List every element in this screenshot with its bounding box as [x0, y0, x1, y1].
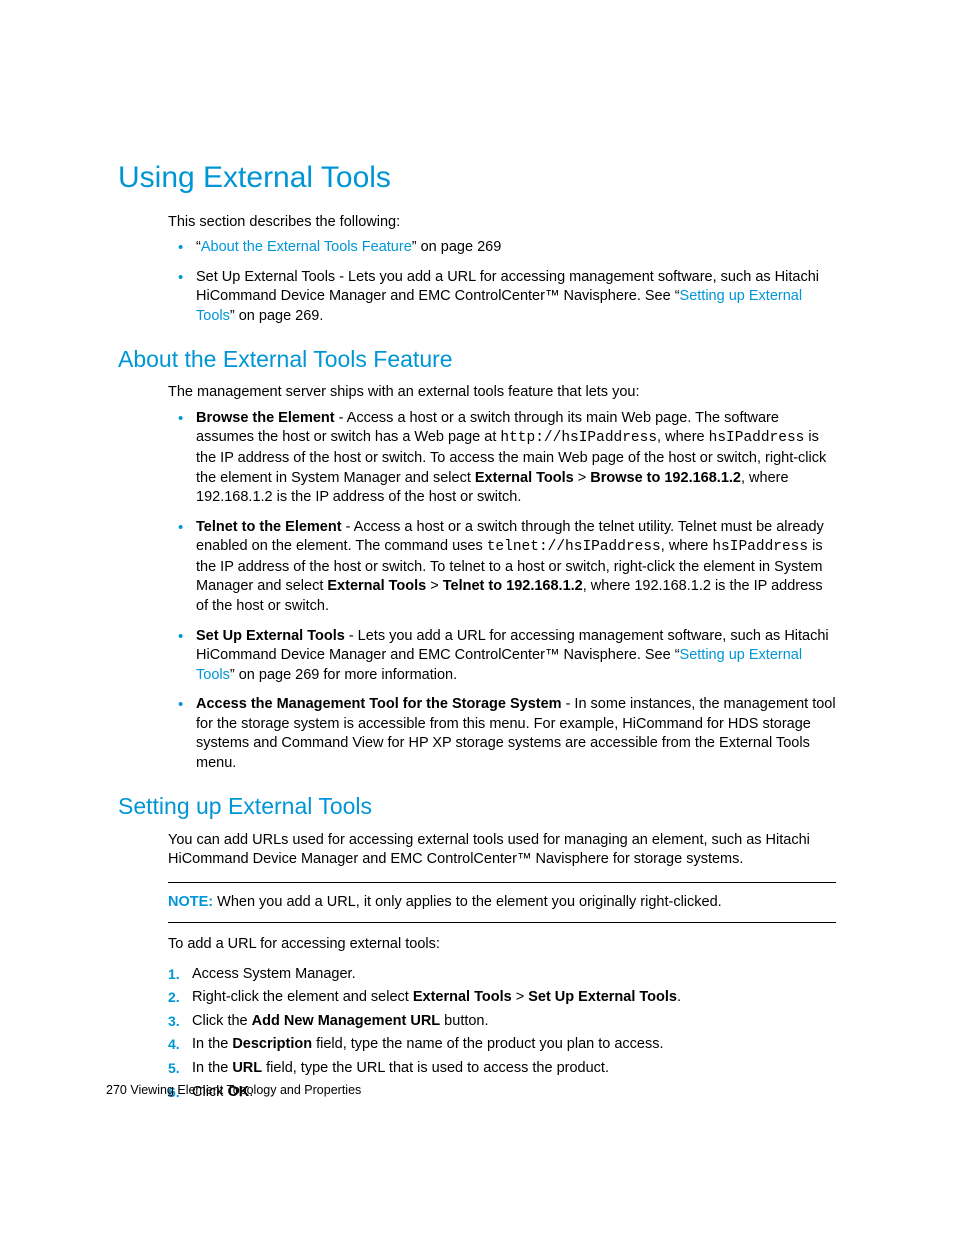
ui-element: Add New Management URL [252, 1013, 441, 1029]
menu-path: Browse to 192.168.1.2 [590, 470, 741, 486]
heading-using-external-tools: Using External Tools [118, 158, 836, 199]
feature-name: Access the Management Tool for the Stora… [196, 696, 562, 712]
ui-element: Description [232, 1036, 312, 1052]
text: button. [440, 1013, 488, 1029]
toc-list: “About the External Tools Feature” on pa… [168, 238, 836, 326]
text: > [426, 578, 443, 594]
list-item: “About the External Tools Feature” on pa… [196, 238, 836, 258]
list-item: Telnet to the Element - Access a host or… [196, 518, 836, 617]
text: In the [192, 1036, 232, 1052]
code: telnet://hsIPaddress [487, 539, 661, 555]
feature-name: Browse the Element [196, 410, 335, 426]
text: > [574, 470, 591, 486]
text: ” on page 269 [412, 239, 502, 255]
step-item: Right-click the element and select Exter… [168, 988, 836, 1008]
list-item: Browse the Element - Access a host or a … [196, 409, 836, 508]
menu-path: External Tools [327, 578, 426, 594]
note-box: NOTE: When you add a URL, it only applie… [168, 882, 836, 924]
list-item: Access the Management Tool for the Stora… [196, 695, 836, 773]
text: . [677, 989, 681, 1005]
menu-path: External Tools [475, 470, 574, 486]
page-number: 270 [106, 1083, 127, 1097]
menu-path: Set Up External Tools [528, 989, 677, 1005]
step-item: Click the Add New Management URL button. [168, 1012, 836, 1032]
note-label: NOTE: [168, 894, 213, 910]
menu-path: Telnet to 192.168.1.2 [443, 578, 583, 594]
step-item: In the Description field, type the name … [168, 1035, 836, 1055]
text: ” on page 269. [230, 308, 324, 324]
intro-text: This section describes the following: [168, 213, 836, 233]
ui-element: URL [232, 1060, 262, 1076]
page-footer: 270 Viewing Element Topology and Propert… [106, 1082, 361, 1099]
heading-about-feature: About the External Tools Feature [118, 344, 836, 375]
menu-path: External Tools [413, 989, 512, 1005]
link-about-feature[interactable]: About the External Tools Feature [201, 239, 412, 255]
feature-name: Set Up External Tools [196, 628, 345, 644]
text: , where [661, 538, 713, 554]
text: Right-click the element and select [192, 989, 413, 1005]
feature-list: Browse the Element - Access a host or a … [168, 409, 836, 774]
list-item: Set Up External Tools - Lets you add a U… [196, 627, 836, 686]
note-text: When you add a URL, it only applies to t… [213, 894, 722, 910]
feature-name: Telnet to the Element [196, 519, 342, 535]
intro-text: The management server ships with an exte… [168, 383, 836, 403]
body-text: To add a URL for accessing external tool… [168, 935, 836, 955]
code: http://hsIPaddress [500, 430, 657, 446]
step-item: Access System Manager. [168, 965, 836, 985]
code: hsIPaddress [709, 430, 805, 446]
text: field, type the URL that is used to acce… [262, 1060, 609, 1076]
step-item: In the URL field, type the URL that is u… [168, 1059, 836, 1079]
text: , where [657, 429, 709, 445]
footer-title: Viewing Element Topology and Properties [127, 1083, 361, 1097]
text: ” on page 269 for more information. [230, 667, 457, 683]
text: > [512, 989, 529, 1005]
list-item: Set Up External Tools - Lets you add a U… [196, 268, 836, 327]
body-text: You can add URLs used for accessing exte… [168, 831, 836, 870]
text: Click the [192, 1013, 252, 1029]
text: field, type the name of the product you … [312, 1036, 663, 1052]
heading-setting-up: Setting up External Tools [118, 791, 836, 822]
code: hsIPaddress [712, 539, 808, 555]
text: In the [192, 1060, 232, 1076]
